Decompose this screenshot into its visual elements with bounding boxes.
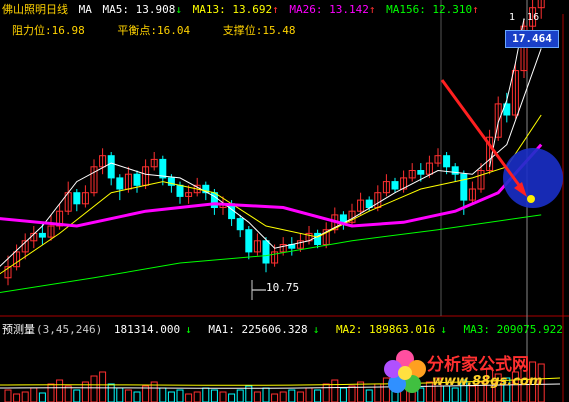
candle-body [339,214,347,223]
candle-body [116,177,124,190]
candle-body [365,199,373,209]
volume-bar [262,387,270,402]
candle-body [176,184,184,197]
volume-bar [73,389,81,402]
balance-level: 平衡点:16.04 [117,24,191,37]
volume-bar [133,391,141,402]
ma26-readout: MA26: 13.142↑ [289,3,376,16]
volume-bar [116,387,124,402]
candle-body [262,240,270,264]
volume-bar [193,391,201,402]
current-price-badge: 17.464 [505,30,559,48]
volume-bar [271,393,279,402]
candle-body [236,218,244,231]
watermark-url: www.88gs.com [432,374,543,389]
candle-body [417,170,425,175]
volume-ma1: MA1: 225606.328 ↓ [208,323,320,336]
volume-bar [107,383,115,402]
candle-body [38,232,46,238]
candle-body [107,155,115,179]
volume-bar [47,383,55,402]
volume-ma2: MA2: 189863.016 ↓ [335,323,447,336]
watermark-chinese-text: 分析家公式网 [427,355,529,375]
support-level: 支撑位:15.48 [222,24,296,37]
volume-bar [322,383,330,402]
volume-bar [228,393,236,402]
volume-bar [4,389,12,402]
volume-bar [99,371,107,402]
candle-body [460,173,468,201]
volume-bar [90,375,98,402]
indicator-header: 佛山照明日线 MA MA5: 13.908↓ MA13: 13.692↑ MA2… [2,1,483,17]
volume-bar [64,385,72,402]
stock-name: 佛山照明 [2,3,46,16]
volume-bar [202,387,210,402]
ma5-readout: MA5: 13.908↓ [102,3,182,16]
volume-title: 预测量 [2,323,35,336]
volume-bar [236,389,244,402]
volume-bar [30,387,38,402]
ma13-readout: MA13: 13.692↑ [192,3,279,16]
volume-bar [159,387,167,402]
volume-bar [176,389,184,402]
candle-body [133,173,141,186]
signal-dot [527,195,535,203]
volume-bar [357,381,365,402]
volume-bar [21,391,29,402]
watermark-logo: 分析家公式网 www.88gs.com [380,347,565,399]
volume-ma3: MA3: 209075.922↑ [463,323,569,336]
volume-bar [219,391,227,402]
volume-bar [296,391,304,402]
candle-body [73,192,81,205]
candle-body [245,229,253,253]
candlestick-chart[interactable] [0,0,569,402]
volume-bar [348,385,356,402]
ma5-line [0,48,542,267]
volume-value: 181314.000 ↓ [113,323,192,336]
volume-params: (3,45,246) [36,323,103,336]
ma-label: MA [78,3,92,16]
ma13-line [0,114,542,275]
ma26-line [0,143,543,228]
volume-bar [305,387,313,402]
period-label: 日线 [46,3,68,16]
candle-body [159,158,167,179]
volume-bar [288,389,296,402]
volume-bar [314,389,322,402]
volume-bar [279,391,287,402]
annotation-arrow [440,79,526,193]
ma156-readout: MA156: 12.310↑ [386,3,479,16]
low-price-label: 10.75 [266,281,300,294]
candle-body [451,166,459,175]
volume-bar [13,393,21,402]
price-levels: 阻力位:16.98 平衡点:16.04 支撑位:15.48 [12,22,322,38]
volume-bar [124,389,132,402]
volume-bar [185,393,193,402]
volume-bar [331,379,339,402]
volume-bar [365,389,373,402]
volume-bar [56,379,64,402]
resistance-level: 阻力位:16.98 [12,24,85,37]
candle-body [391,181,399,190]
corner-readout: 1 .16 [509,12,540,23]
volume-bar [253,391,261,402]
candle-body [443,155,451,168]
volume-header: 预测量(3,45,246) 181314.000 ↓ MA1: 225606.32… [2,321,569,337]
volume-bar [339,387,347,402]
volume-bar [167,391,175,402]
volume-bar [38,392,46,402]
flower-logo-icon [384,350,426,393]
volume-bar [210,389,218,402]
